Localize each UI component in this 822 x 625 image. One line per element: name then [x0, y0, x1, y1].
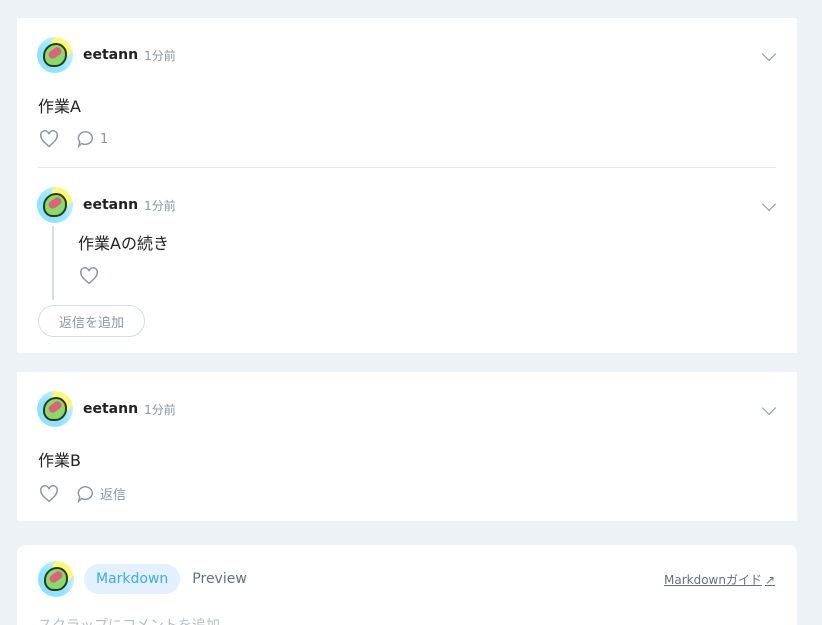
avatar	[38, 561, 74, 597]
username[interactable]: eetann	[83, 197, 138, 213]
chevron-down-icon[interactable]	[761, 196, 777, 212]
chevron-down-icon[interactable]	[761, 46, 777, 62]
comment-input[interactable]: スクラップにコメントを追加	[38, 615, 220, 625]
editor-toolbar: Markdown Preview	[38, 561, 247, 597]
reply-button[interactable]: 返信	[100, 484, 126, 503]
tab-preview[interactable]: Preview	[192, 571, 247, 587]
tab-markdown[interactable]: Markdown	[84, 564, 181, 594]
comment-count[interactable]: 1	[100, 132, 108, 147]
heart-icon[interactable]	[39, 130, 59, 148]
comment-actions: 1	[39, 130, 108, 148]
avatar[interactable]	[37, 187, 73, 223]
comment-editor: Markdown Preview Markdownガイド ↗ スクラップにコメン…	[17, 545, 797, 625]
divider	[38, 167, 776, 168]
comment-header: eetann 1分前	[37, 391, 176, 427]
timestamp: 1分前	[144, 48, 176, 63]
username[interactable]: eetann	[83, 401, 138, 417]
comment-bubble-icon[interactable]	[77, 485, 95, 503]
markdown-guide-label: Markdownガイド	[664, 573, 762, 587]
external-link-icon: ↗	[764, 572, 776, 587]
comment-text: 作業A	[38, 97, 81, 116]
heart-icon[interactable]	[79, 267, 99, 285]
username[interactable]: eetann	[83, 47, 138, 63]
thread-line	[52, 226, 54, 300]
heart-icon[interactable]	[39, 484, 59, 503]
comment-header: eetann 1分前	[37, 37, 176, 73]
comment-card: eetann 1分前 作業B 返信	[17, 372, 797, 521]
chevron-down-icon[interactable]	[761, 400, 777, 416]
timestamp: 1分前	[144, 402, 176, 417]
comment-bubble-icon[interactable]	[77, 130, 95, 148]
comment-actions: 返信	[39, 484, 126, 503]
avatar[interactable]	[37, 391, 73, 427]
reply-text: 作業Aの続き	[78, 234, 169, 253]
add-reply-button[interactable]: 返信を追加	[38, 305, 146, 337]
reply-actions	[79, 267, 99, 285]
avatar[interactable]	[37, 37, 73, 73]
markdown-guide-link[interactable]: Markdownガイド ↗	[664, 571, 775, 588]
reply-header: eetann 1分前	[37, 187, 176, 223]
timestamp: 1分前	[144, 198, 176, 213]
comment-text: 作業B	[38, 451, 81, 470]
comment-card: eetann 1分前 作業A 1 eetann 1分前 作業Aの続き 返信を追加	[17, 18, 797, 353]
